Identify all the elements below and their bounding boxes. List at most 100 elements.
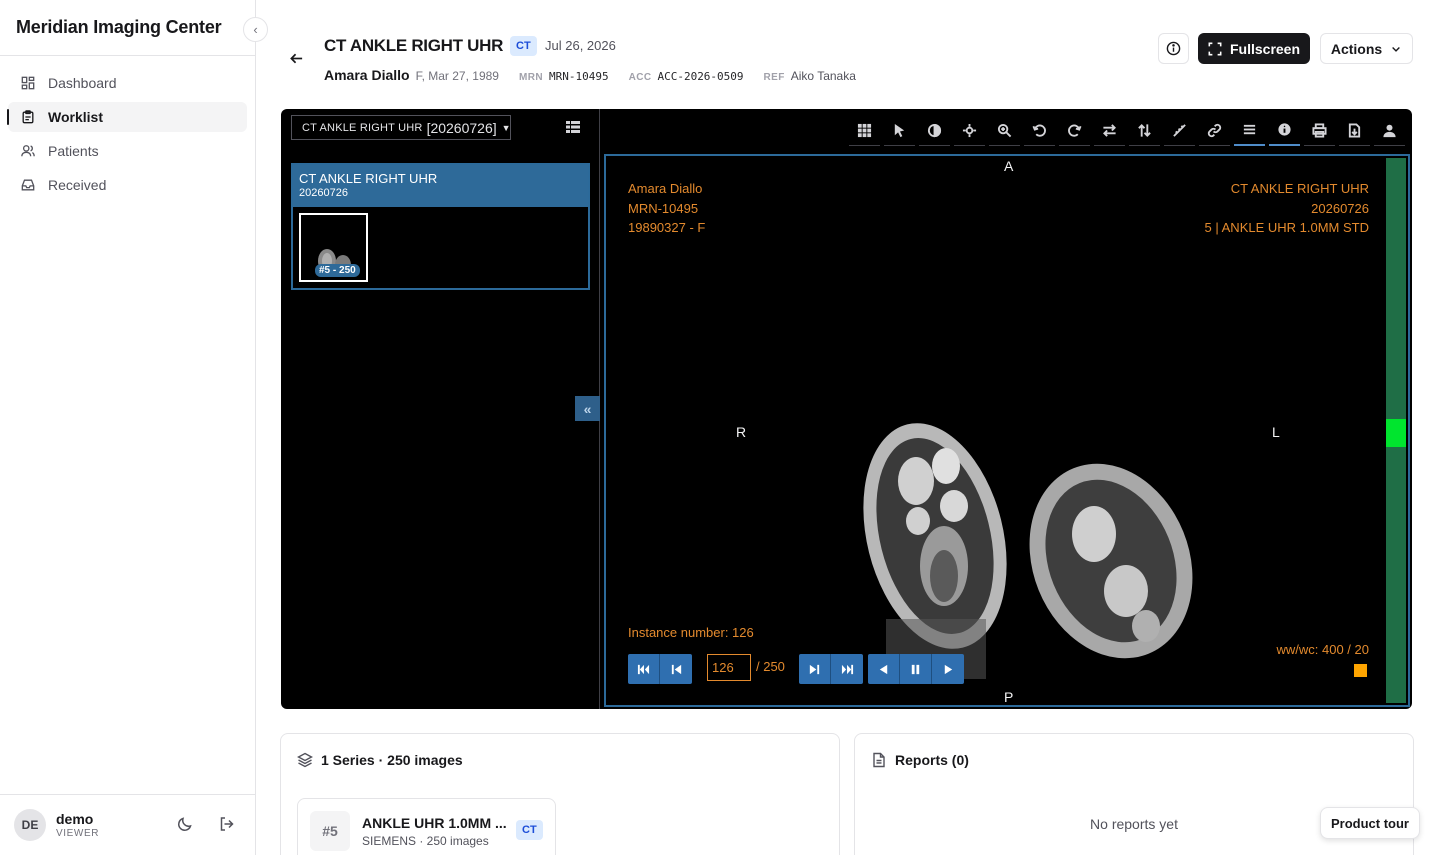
users-icon	[20, 143, 36, 159]
skip-last-icon	[841, 664, 853, 674]
sidebar-item-received[interactable]: Received	[8, 170, 247, 200]
list-view-icon[interactable]	[565, 119, 581, 135]
rotate-left-icon[interactable]	[1024, 115, 1055, 146]
download-icon[interactable]	[1339, 115, 1370, 146]
series-subtitle: SIEMENS · 250 images	[362, 834, 489, 848]
orientation-top: A	[1004, 158, 1014, 174]
panel-collapse-button[interactable]: «	[575, 396, 600, 421]
frame-scrollbar[interactable]	[1386, 158, 1406, 703]
overlay-window-level: ww/wc: 400 / 20	[1276, 642, 1370, 657]
step-forward-icon	[809, 664, 820, 674]
series-card-title: CT ANKLE RIGHT UHR	[299, 171, 438, 186]
product-tour-button[interactable]: Product tour	[1320, 807, 1420, 839]
series-thumbnail-card[interactable]: CT ANKLE RIGHT UHR 20260726 #5 - 250	[291, 163, 590, 290]
study-select[interactable]: CT ANKLE RIGHT UHR [20260726] ▼	[291, 115, 511, 140]
first-frame-button[interactable]	[628, 654, 660, 684]
viewer-toolbar	[849, 115, 1405, 146]
link-icon[interactable]	[1199, 115, 1230, 146]
orientation-left: R	[736, 424, 747, 440]
pause-icon	[911, 664, 920, 674]
user-role: VIEWER	[56, 828, 100, 839]
user-icon[interactable]	[1374, 115, 1405, 146]
series-thumbnail[interactable]: #5 - 250	[299, 213, 368, 282]
layers-icon	[297, 752, 313, 768]
chevrons-left-icon: «	[583, 400, 592, 417]
study-meta: Amara Diallo F, Mar 27, 1989 MRN MRN-104…	[324, 67, 856, 83]
pointer-icon[interactable]	[884, 115, 915, 146]
acc-label: ACC	[628, 72, 652, 83]
study-date: Jul 26, 2026	[545, 38, 616, 53]
series-card-header: CT ANKLE RIGHT UHR 20260726	[293, 165, 588, 207]
overlay-series: 5 | ANKLE UHR 1.0MM STD	[1204, 220, 1369, 235]
sidebar-item-worklist[interactable]: Worklist	[7, 102, 247, 132]
rotate-right-icon[interactable]	[1059, 115, 1090, 146]
layout-grid-icon[interactable]	[849, 115, 880, 146]
prev-frame-button[interactable]	[660, 654, 692, 684]
ref-label: REF	[763, 72, 785, 83]
orientation-bottom: P	[1004, 689, 1014, 705]
menu-icon[interactable]	[1234, 115, 1265, 146]
series-description: ANKLE UHR 1.0MM ...	[362, 815, 507, 831]
avatar[interactable]: DE	[14, 809, 46, 841]
sidebar-item-patients[interactable]: Patients	[8, 136, 247, 166]
actions-button[interactable]: Actions	[1320, 33, 1413, 64]
series-card-date: 20260726	[299, 187, 348, 199]
print-icon[interactable]	[1304, 115, 1335, 146]
pause-button[interactable]	[900, 654, 932, 684]
user-area: DE demo VIEWER	[0, 794, 255, 855]
actions-label: Actions	[1330, 40, 1383, 57]
mrn-value: MRN-10495	[548, 70, 609, 83]
play-icon	[944, 664, 952, 674]
back-button[interactable]	[286, 48, 306, 68]
acc-value: ACC-2026-0509	[657, 70, 744, 83]
sidebar-item-dashboard[interactable]: Dashboard	[8, 68, 247, 98]
play-reverse-icon	[879, 664, 888, 674]
series-panel: 1 Series · 250 images #5 ANKLE UHR 1.0MM…	[280, 733, 840, 855]
info-icon[interactable]	[1269, 115, 1300, 146]
chevron-left-icon: ‹	[253, 22, 258, 37]
series-modality-badge: CT	[516, 820, 543, 840]
study-select-name: CT ANKLE RIGHT UHR	[302, 121, 423, 134]
moon-icon[interactable]	[177, 816, 193, 837]
contrast-icon[interactable]	[919, 115, 950, 146]
next-frame-button[interactable]	[799, 654, 831, 684]
frame-scrollbar-thumb[interactable]	[1386, 419, 1406, 447]
overlay-mrn: MRN-10495	[628, 200, 699, 216]
status-indicator	[1354, 664, 1367, 677]
info-button[interactable]	[1158, 33, 1189, 64]
measure-icon[interactable]	[1164, 115, 1195, 146]
frame-total: / 250	[756, 659, 785, 674]
caret-down-icon: ▼	[501, 122, 511, 133]
info-icon	[1166, 41, 1181, 56]
zoom-icon[interactable]	[989, 115, 1020, 146]
cine-controls	[868, 654, 964, 684]
series-list-item[interactable]: #5 ANKLE UHR 1.0MM ... SIEMENS · 250 ima…	[297, 798, 556, 855]
play-button[interactable]	[932, 654, 964, 684]
arrow-left-icon	[289, 53, 302, 63]
study-select-date: [20260726]	[426, 119, 497, 136]
pan-icon[interactable]	[954, 115, 985, 146]
frame-nav-end-group	[799, 654, 863, 684]
file-text-icon	[873, 752, 885, 768]
logout-icon[interactable]	[219, 816, 235, 837]
flip-horizontal-icon[interactable]	[1094, 115, 1125, 146]
image-viewport[interactable]: A P R L Amara Diallo MRN-10495 19890327 …	[604, 154, 1410, 707]
fullscreen-button[interactable]: Fullscreen	[1198, 33, 1310, 64]
modality-badge: CT	[510, 36, 537, 56]
play-reverse-button[interactable]	[868, 654, 900, 684]
overlay-top-left: Amara Diallo MRN-10495 19890327 - F	[628, 179, 705, 238]
sidebar-item-label: Received	[48, 177, 107, 193]
user-actions	[177, 816, 235, 837]
frame-number-input[interactable]: 126	[707, 654, 751, 681]
flip-vertical-icon[interactable]	[1129, 115, 1160, 146]
series-panel-title-text: 1 Series · 250 images	[321, 752, 463, 768]
sidebar-collapse-button[interactable]: ‹	[243, 17, 268, 42]
step-back-icon	[671, 664, 681, 674]
fullscreen-icon	[1208, 42, 1222, 55]
last-frame-button[interactable]	[831, 654, 863, 684]
page-title: CT ANKLE RIGHT UHR	[324, 36, 504, 55]
ref-value: Aiko Tanaka	[790, 69, 856, 83]
overlay-birthdate: 19890327 - F	[628, 220, 706, 235]
sidebar-nav: Dashboard Worklist Patients Received	[0, 56, 255, 216]
patient-name: Amara Diallo	[324, 67, 410, 83]
